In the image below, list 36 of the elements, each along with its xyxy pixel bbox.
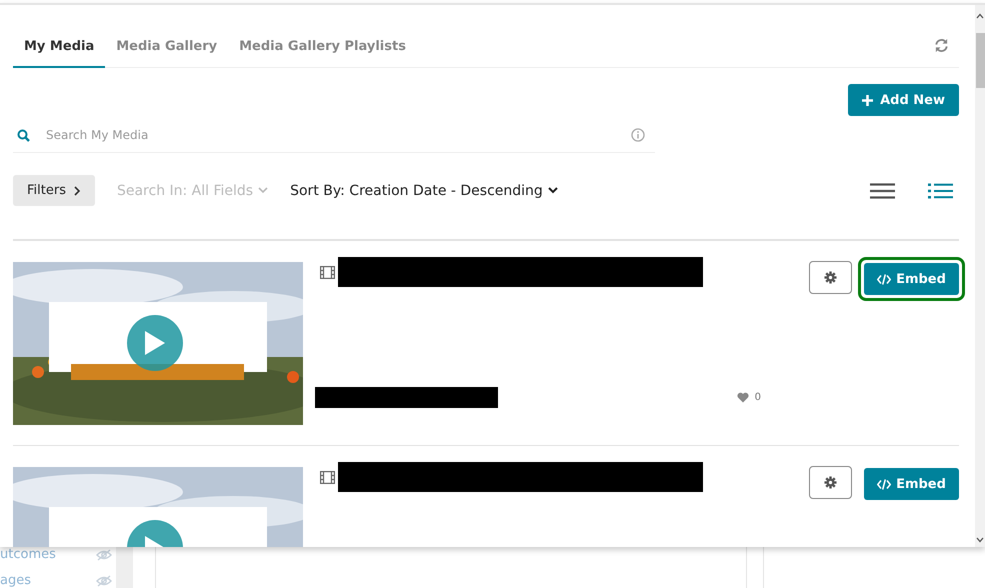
plus-icon bbox=[862, 94, 874, 106]
search-icon bbox=[17, 128, 30, 142]
like-count: 0 bbox=[754, 392, 761, 403]
code-icon bbox=[877, 274, 892, 284]
settings-button[interactable] bbox=[809, 466, 852, 499]
embed-button[interactable]: Embed bbox=[864, 468, 959, 500]
info-icon[interactable] bbox=[631, 128, 645, 142]
film-icon bbox=[320, 470, 335, 484]
heart-icon[interactable] bbox=[736, 392, 749, 403]
chevron-down-icon bbox=[548, 187, 558, 194]
refresh-icon[interactable] bbox=[934, 38, 949, 53]
tab[interactable]: Media Gallery bbox=[105, 39, 228, 68]
chevron-right-icon bbox=[72, 186, 81, 196]
gear-icon bbox=[824, 271, 837, 284]
settings-button[interactable] bbox=[809, 261, 852, 294]
scroll-down-icon[interactable] bbox=[976, 537, 984, 543]
scrollbar[interactable] bbox=[116, 546, 133, 588]
chevron-down-icon bbox=[258, 187, 268, 194]
filters-button[interactable]: Filters bbox=[13, 175, 95, 206]
film-icon bbox=[320, 266, 335, 278]
gear-icon bbox=[824, 476, 837, 489]
eye-slash-icon bbox=[96, 548, 112, 560]
code-icon bbox=[877, 478, 892, 490]
list-view-icon[interactable] bbox=[870, 182, 895, 198]
embed-button[interactable]: Embed bbox=[864, 263, 959, 295]
scroll-up-icon[interactable] bbox=[976, 13, 984, 19]
eye-slash-icon bbox=[96, 574, 112, 586]
scrollbar[interactable] bbox=[975, 5, 985, 547]
search-field[interactable]: Search My Media bbox=[44, 127, 617, 143]
add-new-button[interactable]: Add New bbox=[848, 84, 959, 116]
detailed-view-icon[interactable] bbox=[928, 182, 953, 198]
sort-dropdown[interactable]: Sort By: Creation Date - Descending bbox=[290, 182, 558, 198]
play-icon bbox=[145, 331, 165, 355]
scrollbar-thumb[interactable] bbox=[976, 33, 984, 88]
tab[interactable]: My Media bbox=[13, 39, 106, 68]
tab[interactable]: Media Gallery Playlists bbox=[228, 39, 417, 68]
